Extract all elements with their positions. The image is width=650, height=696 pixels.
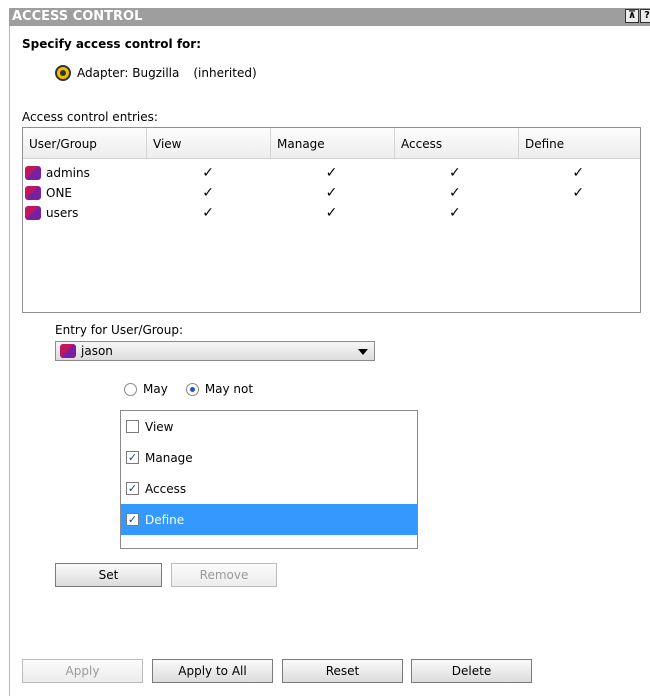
- manage-check: ✓: [325, 165, 338, 181]
- manage-checkbox[interactable]: ✓: [126, 451, 139, 464]
- may-radio-group: May May not: [124, 382, 253, 396]
- adapter-label: Adapter: Bugzilla: [77, 66, 180, 80]
- row-name: users: [46, 206, 79, 220]
- view-checkbox[interactable]: [126, 420, 139, 433]
- remove-button[interactable]: Remove: [171, 563, 277, 587]
- permission-label: View: [145, 419, 174, 434]
- view-check: ✓: [202, 165, 214, 181]
- window-title: ACCESS CONTROL: [12, 9, 143, 24]
- delete-button[interactable]: Delete: [411, 659, 532, 683]
- help-icon[interactable]: ?: [640, 9, 650, 23]
- reset-button[interactable]: Reset: [282, 659, 403, 683]
- permissions-list[interactable]: View ✓ Manage ✓ Access ✓ Define: [120, 410, 418, 549]
- user-group-select[interactable]: jason: [55, 341, 375, 361]
- group-icon: [25, 186, 41, 200]
- table-row[interactable]: admins ✓ ✓ ✓ ✓: [23, 163, 640, 183]
- column-header-view[interactable]: View: [147, 128, 271, 158]
- permission-label: Define: [145, 512, 185, 527]
- row-name: admins: [46, 166, 90, 180]
- adapter-icon: [55, 65, 71, 81]
- group-icon: [25, 166, 41, 180]
- manage-check: ✓: [325, 185, 338, 201]
- section-heading: Specify access control for:: [22, 37, 202, 51]
- permission-view[interactable]: View: [121, 411, 417, 442]
- window-title-bar: ACCESS CONTROL ⊼ ?: [9, 8, 650, 26]
- may-radio[interactable]: [124, 382, 137, 396]
- set-button[interactable]: Set: [55, 563, 162, 587]
- column-header-user-group[interactable]: User/Group: [23, 128, 147, 158]
- column-header-access[interactable]: Access: [395, 128, 519, 158]
- table-row[interactable]: users ✓ ✓ ✓: [23, 203, 640, 223]
- table-header: User/Group View Manage Access Define: [23, 128, 640, 159]
- adapter-row: Adapter: Bugzilla (inherited): [55, 65, 257, 81]
- entries-label: Access control entries:: [22, 110, 158, 124]
- access-checkbox[interactable]: ✓: [126, 482, 139, 495]
- define-check: ✓: [572, 165, 585, 181]
- may-radio-label[interactable]: May: [143, 382, 168, 396]
- permission-access[interactable]: ✓ Access: [121, 473, 417, 504]
- permission-manage[interactable]: ✓ Manage: [121, 442, 417, 473]
- chevron-down-icon[interactable]: [358, 349, 368, 355]
- permission-define[interactable]: ✓ Define: [121, 504, 417, 535]
- column-header-define[interactable]: Define: [519, 128, 640, 158]
- entry-label: Entry for User/Group:: [55, 323, 184, 337]
- table-row[interactable]: ONE ✓ ✓ ✓ ✓: [23, 183, 640, 203]
- collapse-icon[interactable]: ⊼: [625, 9, 639, 23]
- may-not-radio[interactable]: [185, 382, 199, 396]
- access-check: ✓: [449, 185, 461, 201]
- view-check: ✓: [202, 205, 214, 221]
- access-control-table[interactable]: User/Group View Manage Access Define adm…: [22, 127, 641, 313]
- adapter-inherited-note: (inherited): [193, 66, 257, 80]
- access-check: ✓: [449, 205, 461, 221]
- permission-label: Access: [145, 481, 187, 496]
- apply-button[interactable]: Apply: [22, 659, 143, 683]
- group-icon: [25, 206, 41, 220]
- column-header-manage[interactable]: Manage: [271, 128, 395, 158]
- apply-to-all-button[interactable]: Apply to All: [152, 659, 273, 683]
- access-check: ✓: [449, 165, 461, 181]
- user-icon: [60, 344, 76, 358]
- may-not-radio-label[interactable]: May not: [205, 382, 253, 396]
- view-check: ✓: [202, 185, 214, 201]
- selected-user: jason: [81, 344, 113, 358]
- manage-check: ✓: [325, 205, 338, 221]
- define-check: ✓: [572, 185, 585, 201]
- row-name: ONE: [46, 186, 73, 200]
- define-checkbox[interactable]: ✓: [126, 513, 139, 526]
- permission-label: Manage: [145, 450, 193, 465]
